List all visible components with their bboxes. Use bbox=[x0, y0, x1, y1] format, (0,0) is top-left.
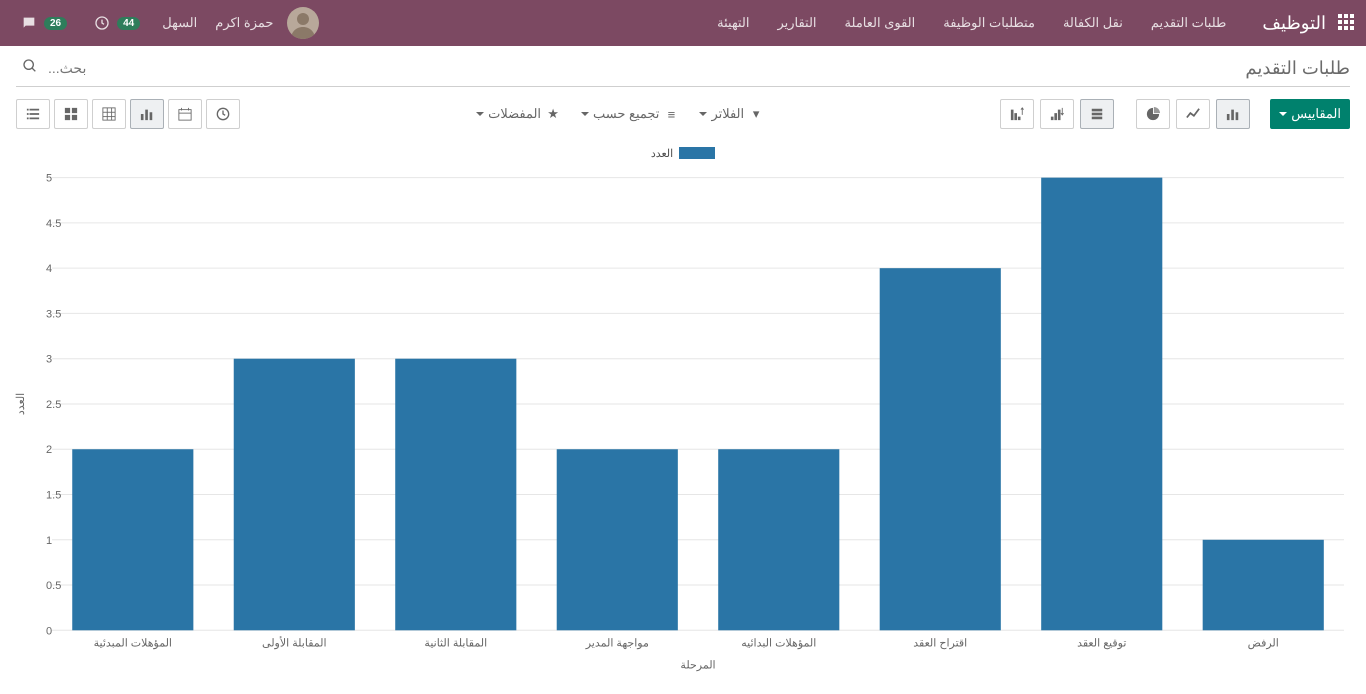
stack-icon bbox=[1089, 106, 1105, 122]
sort-desc-button[interactable] bbox=[1040, 99, 1074, 129]
avatar[interactable] bbox=[287, 7, 319, 39]
svg-text:3.5: 3.5 bbox=[46, 308, 61, 320]
svg-text:العدد: العدد bbox=[15, 393, 27, 415]
svg-text:0: 0 bbox=[46, 625, 52, 637]
app-title: التوظيف bbox=[1262, 13, 1326, 34]
sort-asc-icon bbox=[1009, 106, 1025, 122]
table-icon bbox=[101, 106, 117, 122]
groupby-button[interactable]: ≡ تجميع حسب bbox=[573, 99, 687, 129]
svg-text:0.5: 0.5 bbox=[46, 580, 61, 592]
svg-text:3: 3 bbox=[46, 354, 52, 366]
sort-asc-button[interactable] bbox=[1000, 99, 1034, 129]
view-calendar-button[interactable] bbox=[168, 99, 202, 129]
filter-icon: ▾ bbox=[748, 106, 764, 122]
apps-launcher-icon[interactable] bbox=[1336, 14, 1354, 32]
svg-text:المرحلة: المرحلة bbox=[680, 659, 715, 671]
nav-item-config[interactable]: التهيئة bbox=[703, 0, 763, 46]
legend-label: العدد bbox=[651, 147, 673, 160]
bar-chart: 0 0.5 1 1.5 2 2.5 3 3.5 4 4.5 5 المؤهلات المبدئية ال… bbox=[12, 164, 1354, 684]
nav-item-sponsorship[interactable]: نقل الكفالة bbox=[1049, 0, 1137, 46]
line-chart-icon bbox=[1185, 106, 1201, 122]
stacked-button[interactable] bbox=[1080, 99, 1114, 129]
svg-text:المؤهلات المبدئية: المؤهلات المبدئية bbox=[94, 637, 172, 649]
filters-button[interactable]: ▾ الفلاتر bbox=[691, 99, 772, 129]
nav-item-reports[interactable]: التقارير bbox=[763, 0, 830, 46]
chart-type-bar-button[interactable] bbox=[1216, 99, 1250, 129]
view-list-button[interactable] bbox=[16, 99, 50, 129]
search-input[interactable] bbox=[44, 56, 1205, 80]
svg-text:1.5: 1.5 bbox=[46, 490, 61, 502]
nav-item-applications[interactable]: طلبات التقديم bbox=[1137, 0, 1241, 46]
activities-button[interactable]: 44 bbox=[93, 14, 140, 32]
svg-text:4: 4 bbox=[46, 263, 52, 275]
svg-text:مواجهة المدير: مواجهة المدير bbox=[585, 637, 649, 649]
view-graph-button[interactable] bbox=[130, 99, 164, 129]
svg-text:1: 1 bbox=[46, 535, 52, 547]
chat-badge: 26 bbox=[44, 17, 67, 30]
pie-chart-icon bbox=[1145, 106, 1161, 122]
nav-item-workforce[interactable]: القوى العاملة bbox=[831, 0, 930, 46]
chat-icon bbox=[20, 14, 38, 32]
kanban-icon bbox=[63, 106, 79, 122]
nav-item-job-requirements[interactable]: متطلبات الوظيفة bbox=[929, 0, 1049, 46]
svg-text:اقتراح العقد: اقتراح العقد bbox=[913, 637, 967, 649]
svg-text:5: 5 bbox=[46, 173, 52, 185]
main-nav: طلبات التقديم نقل الكفالة متطلبات الوظيف… bbox=[703, 0, 1240, 46]
view-pivot-button[interactable] bbox=[92, 99, 126, 129]
svg-text:المقابلة الأولى: المقابلة الأولى bbox=[262, 635, 327, 649]
svg-text:توقيع العقد: توقيع العقد bbox=[1077, 637, 1126, 649]
svg-text:الرفض: الرفض bbox=[1248, 637, 1279, 649]
user-name[interactable]: حمزة اكرم bbox=[215, 15, 273, 31]
activity-clock-icon bbox=[215, 106, 231, 122]
search-button[interactable] bbox=[16, 56, 44, 80]
messaging-button[interactable]: 26 bbox=[20, 14, 67, 32]
page-title: طلبات التقديم bbox=[1245, 58, 1350, 79]
view-kanban-button[interactable] bbox=[54, 99, 88, 129]
svg-text:4.5: 4.5 bbox=[46, 218, 61, 230]
calendar-icon bbox=[177, 106, 193, 122]
view-activity-button[interactable] bbox=[206, 99, 240, 129]
chart-type-line-button[interactable] bbox=[1176, 99, 1210, 129]
company-name[interactable]: السهل bbox=[162, 15, 197, 31]
search-icon bbox=[22, 58, 38, 74]
favorites-button[interactable]: ★ المفضلات bbox=[468, 99, 569, 129]
svg-text:المقابلة الثانية: المقابلة الثانية bbox=[424, 637, 487, 649]
sort-desc-icon bbox=[1049, 106, 1065, 122]
svg-text:2: 2 bbox=[46, 444, 52, 456]
groupby-icon: ≡ bbox=[663, 106, 679, 122]
star-icon: ★ bbox=[545, 106, 561, 122]
legend-swatch bbox=[679, 147, 715, 159]
list-icon bbox=[25, 106, 41, 122]
svg-text:المؤهلات البدائيه: المؤهلات البدائيه bbox=[741, 637, 816, 649]
bar-chart-icon bbox=[1225, 106, 1241, 122]
measures-button[interactable]: المقاييس bbox=[1270, 99, 1350, 129]
chart-legend: العدد bbox=[12, 147, 1354, 160]
clock-icon bbox=[93, 14, 111, 32]
activities-badge: 44 bbox=[117, 17, 140, 30]
svg-text:2.5: 2.5 bbox=[46, 399, 61, 411]
graph-icon bbox=[139, 106, 155, 122]
chart-type-pie-button[interactable] bbox=[1136, 99, 1170, 129]
